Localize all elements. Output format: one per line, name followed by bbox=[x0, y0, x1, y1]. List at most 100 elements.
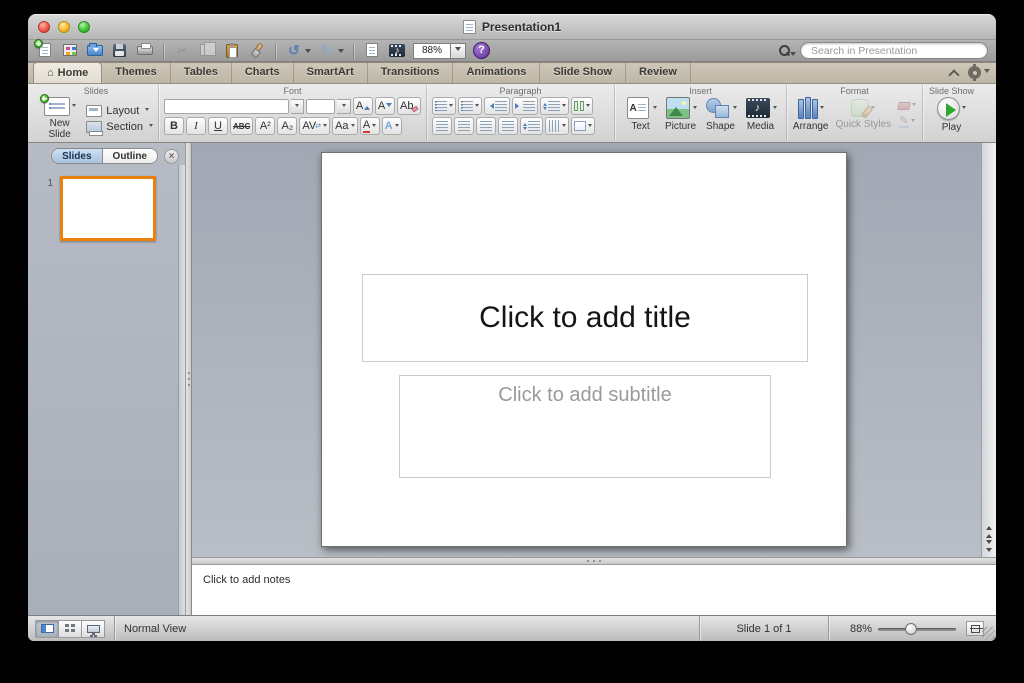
text-direction-button[interactable] bbox=[545, 117, 569, 135]
presenter-view-button[interactable] bbox=[81, 620, 105, 638]
bold-button[interactable]: B bbox=[164, 117, 184, 135]
line-spacing-button[interactable] bbox=[540, 97, 569, 115]
font-color-button[interactable]: A bbox=[360, 117, 380, 135]
previous-slide-button[interactable] bbox=[982, 523, 995, 538]
redo-dropdown-arrow[interactable] bbox=[338, 49, 344, 56]
print-button[interactable] bbox=[136, 42, 154, 59]
tab-home[interactable]: ⌂Home bbox=[33, 62, 102, 83]
columns-button[interactable] bbox=[571, 97, 593, 115]
vertical-scrollbar[interactable] bbox=[981, 143, 996, 557]
text-effects-button[interactable]: A bbox=[382, 117, 402, 135]
next-slide-button[interactable] bbox=[982, 540, 995, 555]
search-input[interactable] bbox=[800, 42, 988, 59]
italic-button[interactable]: I bbox=[186, 117, 206, 135]
close-window-button[interactable] bbox=[38, 21, 50, 33]
slide-1-thumbnail[interactable] bbox=[60, 176, 156, 241]
font-name-select[interactable] bbox=[164, 99, 289, 114]
character-spacing-button[interactable]: AV⇄ bbox=[299, 117, 330, 135]
collapse-ribbon-icon[interactable] bbox=[948, 69, 959, 80]
presenter-view-icon bbox=[87, 625, 100, 633]
gallery-button[interactable] bbox=[61, 42, 79, 59]
align-center-button[interactable] bbox=[454, 117, 474, 135]
decrease-indent-button[interactable] bbox=[484, 97, 510, 115]
show-formatting-button[interactable] bbox=[363, 42, 381, 59]
justify-button[interactable] bbox=[498, 117, 518, 135]
group-label: Format bbox=[787, 86, 922, 96]
media-browser-button[interactable]: ♪ bbox=[388, 42, 406, 59]
superscript-button[interactable]: A² bbox=[255, 117, 275, 135]
sidebar-scrollbar[interactable] bbox=[178, 165, 185, 615]
zoom-slider[interactable] bbox=[878, 622, 956, 636]
group-label: Slide Show bbox=[923, 86, 980, 96]
title-placeholder[interactable]: Click to add title bbox=[362, 274, 808, 362]
title-bar[interactable]: Presentation1 bbox=[28, 14, 996, 40]
zoom-value-field[interactable]: 88% bbox=[413, 43, 451, 59]
notes-pane[interactable]: Click to add notes bbox=[192, 565, 996, 615]
help-button[interactable]: ? bbox=[473, 42, 490, 59]
subscript-button[interactable]: A₂ bbox=[277, 117, 297, 135]
pane-splitter[interactable] bbox=[185, 143, 192, 615]
insert-picture-button[interactable]: Picture bbox=[665, 97, 697, 132]
insert-shape-button[interactable]: Shape bbox=[705, 97, 737, 132]
tab-smartart[interactable]: SmartArt bbox=[294, 62, 368, 83]
numbering-button[interactable] bbox=[458, 97, 482, 115]
play-slideshow-button[interactable]: Play bbox=[928, 97, 975, 133]
paste-button[interactable] bbox=[223, 42, 241, 59]
align-text-button[interactable] bbox=[571, 117, 595, 135]
insert-text-button[interactable]: A Text bbox=[625, 97, 657, 132]
underline-button[interactable]: U bbox=[208, 117, 228, 135]
font-size-dropdown[interactable] bbox=[337, 99, 351, 114]
align-right-button[interactable] bbox=[476, 117, 496, 135]
layout-button[interactable]: Layout bbox=[86, 105, 149, 117]
strikethrough-button[interactable]: ABC bbox=[230, 117, 253, 135]
window-resize-grip[interactable] bbox=[982, 627, 995, 640]
undo-button[interactable]: ↺ bbox=[285, 42, 311, 59]
shrink-font-button[interactable]: A bbox=[375, 97, 395, 115]
arrange-button[interactable]: Arrange bbox=[793, 97, 829, 132]
zoom-slider-knob[interactable] bbox=[905, 623, 917, 635]
subtitle-placeholder[interactable]: Click to add subtitle bbox=[399, 375, 771, 478]
minimize-window-button[interactable] bbox=[58, 21, 70, 33]
save-button[interactable] bbox=[111, 42, 129, 59]
new-slide-button[interactable]: New Slide bbox=[39, 97, 80, 140]
ribbon-settings-button[interactable] bbox=[968, 66, 990, 79]
tab-themes[interactable]: Themes bbox=[102, 62, 171, 83]
notes-splitter[interactable] bbox=[192, 557, 996, 565]
tab-review[interactable]: Review bbox=[626, 62, 691, 83]
change-case-button[interactable]: Aa bbox=[332, 117, 357, 135]
grow-font-button[interactable]: A bbox=[353, 97, 373, 115]
open-button[interactable] bbox=[86, 42, 104, 59]
bullets-button[interactable] bbox=[432, 97, 456, 115]
zoom-dropdown-button[interactable] bbox=[451, 43, 466, 59]
slide-sorter-view-button[interactable] bbox=[58, 620, 82, 638]
zoom-combo[interactable]: 88% bbox=[413, 43, 466, 59]
format-painter-button[interactable] bbox=[248, 42, 266, 59]
increase-indent-button[interactable] bbox=[512, 97, 538, 115]
slides-pane-tab[interactable]: Slides bbox=[52, 149, 102, 163]
distribute-text-button[interactable] bbox=[520, 117, 543, 135]
font-name-dropdown[interactable] bbox=[291, 99, 305, 114]
align-left-button[interactable] bbox=[432, 117, 452, 135]
zoom-window-button[interactable] bbox=[78, 21, 90, 33]
undo-dropdown-arrow[interactable] bbox=[305, 49, 311, 56]
group-label: Slides bbox=[34, 86, 158, 96]
tab-transitions[interactable]: Transitions bbox=[368, 62, 454, 83]
slide-canvas[interactable]: Click to add title Click to add subtitle bbox=[321, 152, 847, 547]
chevron-down-icon bbox=[693, 106, 697, 111]
tab-charts[interactable]: Charts bbox=[232, 62, 294, 83]
search-icon[interactable] bbox=[776, 43, 796, 59]
normal-view-button[interactable] bbox=[35, 620, 59, 638]
section-icon bbox=[86, 121, 102, 133]
redo-button[interactable]: ↻ bbox=[318, 42, 344, 59]
tab-tables[interactable]: Tables bbox=[171, 62, 232, 83]
tab-slide-show[interactable]: Slide Show bbox=[540, 62, 626, 83]
clear-formatting-button[interactable]: Ab bbox=[397, 97, 421, 115]
section-button[interactable]: Section bbox=[86, 121, 153, 133]
close-pane-button[interactable]: × bbox=[164, 149, 179, 164]
font-size-select[interactable] bbox=[306, 99, 335, 114]
tab-animations[interactable]: Animations bbox=[453, 62, 540, 83]
outline-pane-tab[interactable]: Outline bbox=[103, 149, 157, 163]
new-presentation-button[interactable] bbox=[36, 42, 54, 59]
insert-media-button[interactable]: ♪ Media bbox=[745, 97, 777, 132]
slide-sorter-icon bbox=[65, 624, 76, 633]
